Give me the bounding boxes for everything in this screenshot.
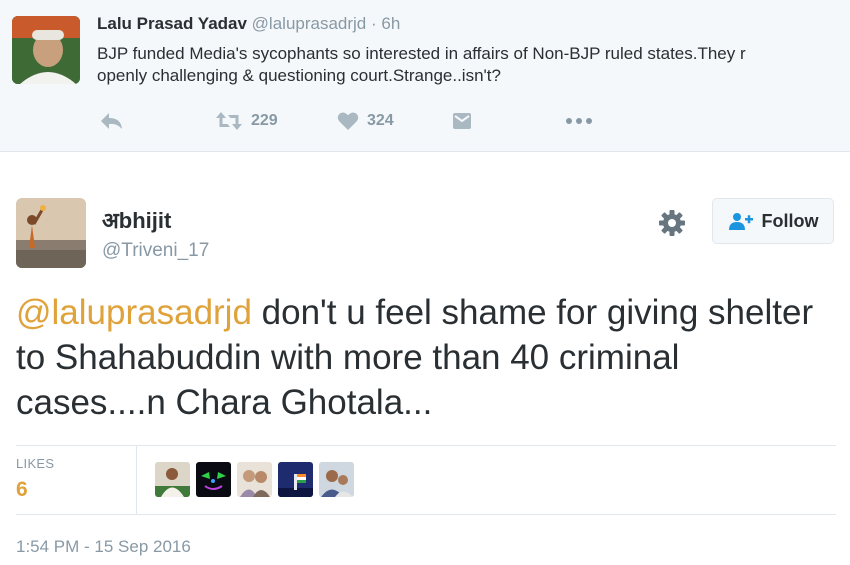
mention-link[interactable]: @laluprasadrjd — [16, 293, 252, 332]
reply-icon — [99, 110, 125, 132]
likers-avatars — [155, 462, 354, 497]
liker-avatar[interactable] — [155, 462, 190, 497]
parent-author-handle[interactable]: @laluprasadrjd — [252, 14, 367, 33]
author-name[interactable]: अbhijit — [102, 205, 171, 235]
vertical-divider — [136, 446, 137, 514]
retweet-icon — [215, 110, 243, 132]
divider — [16, 514, 836, 515]
liker-avatar[interactable] — [237, 462, 272, 497]
likes-count[interactable]: 6 — [16, 478, 28, 502]
liker-avatar[interactable] — [196, 462, 231, 497]
divider — [16, 445, 836, 446]
like-button[interactable]: 324 — [337, 108, 394, 134]
parent-name-line: Lalu Prasad Yadav @laluprasadrjd · 6h — [97, 14, 400, 34]
reply-button[interactable] — [99, 108, 125, 134]
separator-dot: · — [371, 14, 377, 33]
author-handle[interactable]: @Triveni_17 — [102, 240, 209, 262]
liker-avatar[interactable] — [319, 462, 354, 497]
more-button[interactable] — [565, 108, 593, 134]
liker-avatar[interactable] — [278, 462, 313, 497]
direct-message-icon — [452, 112, 472, 130]
parent-avatar[interactable] — [12, 16, 80, 84]
more-icon — [565, 117, 593, 125]
parent-tweet-time[interactable]: 6h — [381, 14, 400, 33]
follow-button-label: Follow — [761, 210, 819, 231]
direct-message-button[interactable] — [452, 108, 472, 134]
parent-tweet-actions: 229 324 — [97, 108, 617, 134]
author-avatar[interactable] — [16, 198, 86, 268]
add-person-icon — [728, 211, 754, 231]
heart-icon — [337, 111, 359, 131]
follow-button[interactable]: Follow — [712, 198, 834, 244]
tweet-text: @laluprasadrjd don't u feel shame for gi… — [16, 290, 836, 425]
retweet-button[interactable]: 229 — [215, 108, 278, 134]
retweet-count: 229 — [251, 112, 278, 129]
like-count: 324 — [367, 112, 394, 129]
likes-label: LIKES — [16, 456, 55, 471]
tweet-timestamp[interactable]: 1:54 PM - 15 Sep 2016 — [16, 537, 191, 557]
parent-author-name[interactable]: Lalu Prasad Yadav — [97, 14, 247, 33]
parent-tweet-text: BJP funded Media's sycophants so interes… — [97, 44, 746, 85]
parent-tweet[interactable]: Lalu Prasad Yadav @laluprasadrjd · 6h BJ… — [0, 0, 850, 152]
gear-icon[interactable] — [656, 207, 688, 239]
